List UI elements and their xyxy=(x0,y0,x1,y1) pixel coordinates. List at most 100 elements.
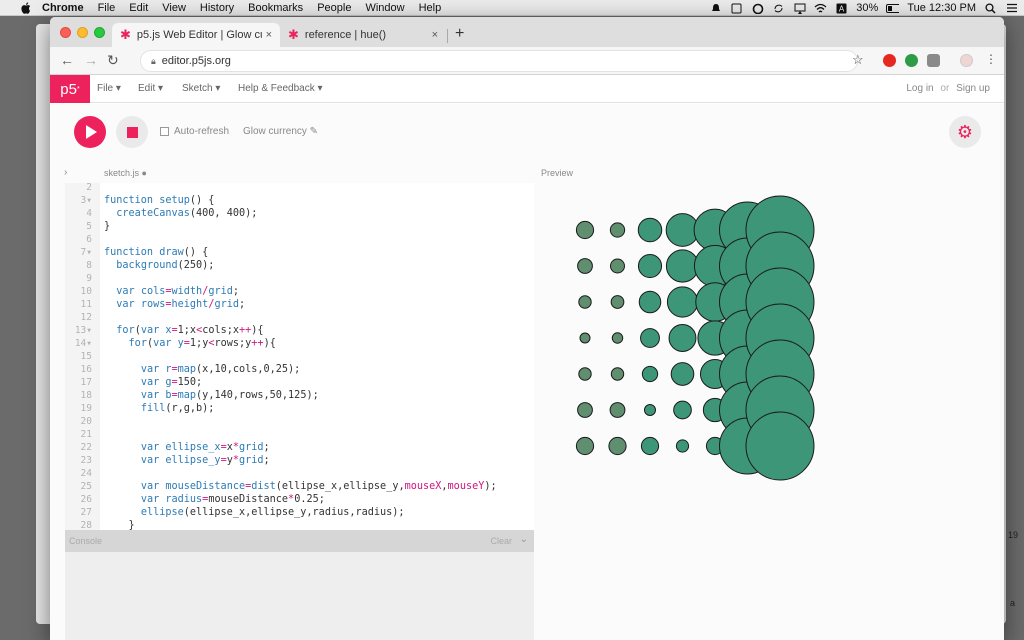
code-line[interactable]: 25 var mouseDistance=dist(ellipse_x,elli… xyxy=(65,480,534,493)
profile-avatar[interactable] xyxy=(960,54,973,67)
menu-help[interactable]: Help xyxy=(419,2,442,14)
battery-percent[interactable]: 30% xyxy=(856,2,878,14)
code-line[interactable]: 13▾ for(var x=1;x<cols;x++){ xyxy=(65,324,534,337)
line-number: 6 xyxy=(86,234,92,245)
line-number: 19 xyxy=(80,403,92,414)
menu-history[interactable]: History xyxy=(200,2,234,14)
code-line[interactable]: 5} xyxy=(65,220,534,233)
file-tab-sketch-js[interactable]: sketch.js ● xyxy=(104,168,147,178)
notification-center-icon[interactable] xyxy=(1005,3,1018,14)
code-line[interactable]: 10 var cols=width/grid; xyxy=(65,285,534,298)
p5-menu-file[interactable]: File ▾ xyxy=(97,83,121,94)
menu-people[interactable]: People xyxy=(317,2,351,14)
notification-icon[interactable] xyxy=(709,3,722,14)
signup-link[interactable]: Sign up xyxy=(956,83,990,94)
p5-logo[interactable]: p5 * xyxy=(50,75,90,103)
code-line[interactable]: 17 var g=150; xyxy=(65,376,534,389)
preview-ellipse xyxy=(575,436,595,456)
spotlight-search-icon[interactable] xyxy=(984,2,997,14)
reload-button[interactable]: ↻ xyxy=(107,52,119,69)
preview-canvas[interactable] xyxy=(541,183,1004,640)
code-text: var r=map(x,10,cols,0,25); xyxy=(140,364,301,375)
tab-close-icon[interactable]: × xyxy=(432,29,438,41)
sidebar-expand-icon[interactable]: › xyxy=(64,167,67,178)
menu-edit[interactable]: Edit xyxy=(129,2,148,14)
code-line[interactable]: 24 xyxy=(65,467,534,480)
code-line[interactable]: 16 var r=map(x,10,cols,0,25); xyxy=(65,363,534,376)
login-link[interactable]: Log in xyxy=(906,83,933,94)
code-line[interactable]: 20 xyxy=(65,415,534,428)
code-line[interactable]: 2 xyxy=(65,183,534,194)
gear-icon: ⚙ xyxy=(956,121,974,142)
url-text[interactable]: editor.p5js.org xyxy=(162,55,231,67)
code-line[interactable]: 9 xyxy=(65,272,534,285)
console-collapse-icon[interactable]: ⌄ xyxy=(520,534,528,545)
code-text: var cols=width/grid; xyxy=(116,286,240,297)
code-line[interactable]: 19 fill(r,g,b); xyxy=(65,402,534,415)
tab-p5-editor[interactable]: ✱ p5.js Web Editor | Glow curren × xyxy=(112,23,280,47)
code-line[interactable]: 11 var rows=height/grid; xyxy=(65,298,534,311)
settings-button[interactable]: ⚙ xyxy=(949,116,981,148)
input-source-icon[interactable]: A xyxy=(835,3,848,14)
chrome-menu-icon[interactable]: ⋮ xyxy=(985,52,997,66)
stop-button[interactable] xyxy=(116,116,148,148)
code-line[interactable]: 22 var ellipse_x=x*grid; xyxy=(65,441,534,454)
window-zoom-button[interactable] xyxy=(94,27,105,38)
preview-ellipse xyxy=(675,439,690,453)
p5-menu-sketch[interactable]: Sketch ▾ xyxy=(182,83,220,94)
wifi-icon[interactable] xyxy=(814,3,827,14)
play-button[interactable] xyxy=(74,116,106,148)
code-text: var mouseDistance=dist(ellipse_x,ellipse… xyxy=(140,481,497,492)
code-line[interactable]: 14▾ for(var y=1;y<rows;y++){ xyxy=(65,337,534,350)
auto-refresh-checkbox[interactable] xyxy=(160,127,169,136)
forward-button[interactable]: → xyxy=(84,52,98,68)
tab-reference-hue[interactable]: ✱ reference | hue() × xyxy=(280,23,446,47)
code-line[interactable]: 6 xyxy=(65,233,534,246)
code-line[interactable]: 21 xyxy=(65,428,534,441)
menu-file[interactable]: File xyxy=(98,2,116,14)
menu-window[interactable]: Window xyxy=(365,2,404,14)
p5-menu-help[interactable]: Help & Feedback ▾ xyxy=(238,83,323,94)
console-clear-button[interactable]: Clear xyxy=(490,536,512,546)
new-tab-button[interactable]: + xyxy=(455,25,464,43)
code-line[interactable]: 8 background(250); xyxy=(65,259,534,272)
creative-cloud-icon[interactable] xyxy=(751,3,764,14)
code-line[interactable]: 18 var b=map(y,140,rows,50,125); xyxy=(65,389,534,402)
code-text: var g=150; xyxy=(140,377,203,388)
sketch-name[interactable]: Glow currency ✎ xyxy=(243,126,318,137)
line-number: 20 xyxy=(80,416,92,427)
back-button[interactable]: ← xyxy=(60,52,74,68)
extension-green-icon[interactable] xyxy=(905,54,918,67)
menu-bookmarks[interactable]: Bookmarks xyxy=(248,2,303,14)
code-editor[interactable]: 2 3▾ function setup() {4 createCanvas(400,… xyxy=(65,183,534,530)
code-line[interactable]: 27 ellipse(ellipse_x,ellipse_y,radius,ra… xyxy=(65,506,534,519)
bookmark-star-icon[interactable]: ☆ xyxy=(852,52,864,68)
code-line[interactable]: 23 var ellipse_y=y*grid; xyxy=(65,454,534,467)
preview-ellipse xyxy=(578,367,592,381)
menu-view[interactable]: View xyxy=(162,2,186,14)
app-status-icon[interactable] xyxy=(730,3,743,14)
window-close-button[interactable] xyxy=(60,27,71,38)
tab-close-icon[interactable]: × xyxy=(266,29,272,41)
extension-red-icon[interactable] xyxy=(883,54,896,67)
code-line[interactable]: 4 createCanvas(400, 400); xyxy=(65,207,534,220)
code-line[interactable]: 12 xyxy=(65,311,534,324)
auto-refresh-toggle[interactable]: Auto-refresh xyxy=(160,126,229,137)
extension-gray-icon[interactable] xyxy=(927,54,940,67)
code-line[interactable]: 28 } xyxy=(65,519,534,530)
code-line[interactable]: 7▾ function draw() { xyxy=(65,246,534,259)
address-bar[interactable]: 🔒︎ editor.p5js.org xyxy=(140,50,858,72)
line-number: 27 xyxy=(80,507,92,518)
airplay-icon[interactable] xyxy=(793,3,806,14)
code-line[interactable]: 15 xyxy=(65,350,534,363)
p5-menu-edit[interactable]: Edit ▾ xyxy=(138,83,163,94)
sync-icon[interactable] xyxy=(772,3,785,14)
apple-logo-icon[interactable] xyxy=(20,1,32,14)
code-line[interactable]: 26 var radius=mouseDistance*0.25; xyxy=(65,493,534,506)
window-minimize-button[interactable] xyxy=(77,27,88,38)
code-line[interactable]: 3▾ function setup() { xyxy=(65,194,534,207)
battery-icon[interactable] xyxy=(886,3,900,14)
clock[interactable]: Tue 12:30 PM xyxy=(907,2,976,14)
menu-app-name[interactable]: Chrome xyxy=(42,2,84,14)
line-number: 22 xyxy=(80,442,92,453)
